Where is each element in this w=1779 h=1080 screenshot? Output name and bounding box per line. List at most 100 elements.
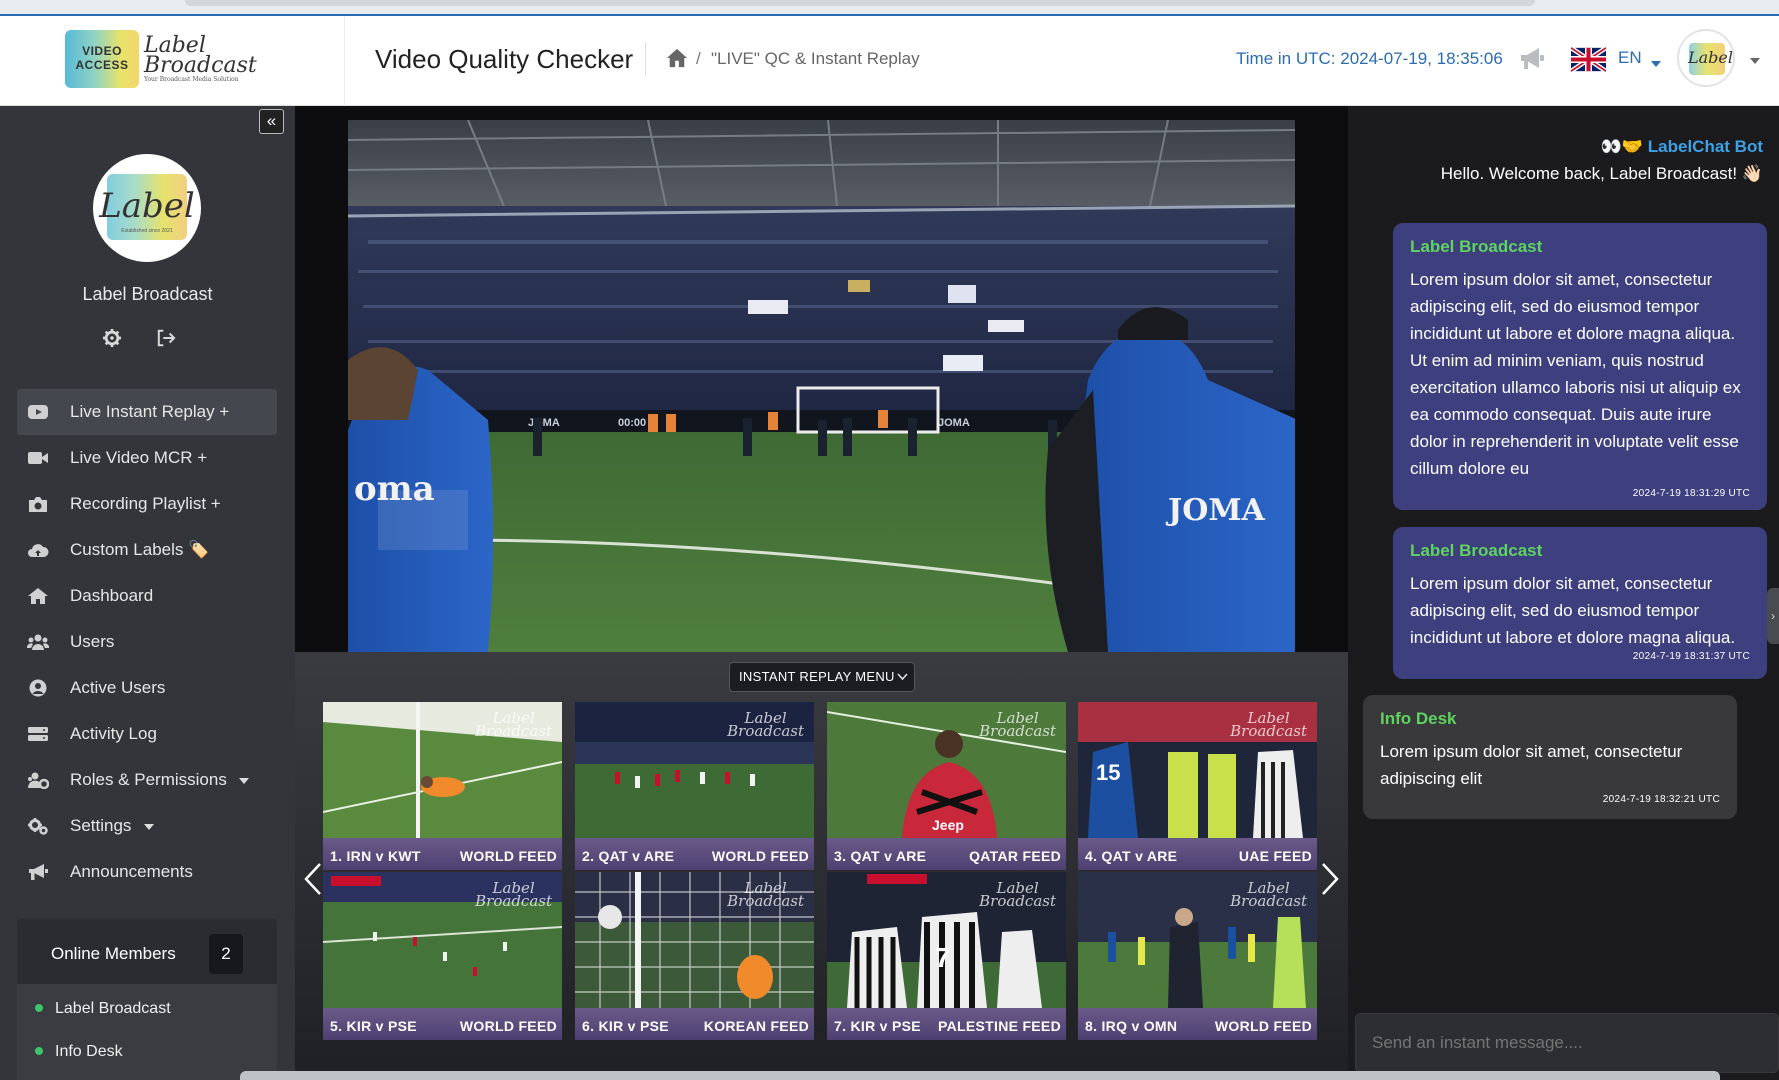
logo-area[interactable]: VIDEO ACCESS Label Broadcast Your Broadc… (0, 16, 345, 106)
replay-panel: JOMAJOMA00:00JOMAJOMA oma JOMA INST (295, 106, 1348, 1080)
replay-thumbnail[interactable]: Label Broadcast 8. IRQ v OMN WORLD FEED (1078, 872, 1317, 1040)
replay-thumbnail[interactable]: Label Broadcast 1. IRN v KWT WORLD FEED (323, 702, 562, 870)
thumbnail-match: 6. KIR v PSE (582, 1018, 669, 1034)
replay-thumbnail[interactable]: Label Broadcast 2. QAT v ARE WORLD FEED (575, 702, 814, 870)
user-menu-caret-icon[interactable] (1744, 52, 1760, 70)
member-name: Label Broadcast (55, 1000, 171, 1017)
sidebar-item-label: Live Video MCR + (70, 448, 208, 467)
sidebar-item-active-users[interactable]: Active Users (17, 665, 277, 711)
video-camera-icon (28, 452, 48, 464)
video-access-logo: VIDEO ACCESS (65, 30, 139, 88)
thumbnail-watermark: Label Broadcast (1230, 709, 1307, 740)
thumbnail-image: Label Broadcast (323, 872, 562, 1008)
online-member[interactable]: Info Desk (35, 1043, 123, 1061)
svg-text:15: 15 (1096, 760, 1120, 785)
chat-message-time: 2024-7-19 18:31:37 UTC (1632, 651, 1750, 662)
sidebar-item-roles-permissions[interactable]: Roles & Permissions (17, 757, 277, 803)
instant-replay-menu-label: INSTANT REPLAY MENU (739, 669, 895, 684)
instant-replay-menu-dropdown[interactable]: INSTANT REPLAY MENU (729, 662, 915, 692)
member-name: Info Desk (55, 1043, 123, 1060)
carousel-prev-arrow-icon[interactable] (303, 862, 323, 896)
user-avatar[interactable]: Label (1677, 29, 1735, 87)
stadium-video-image: JOMAJOMA00:00JOMAJOMA oma JOMA (348, 120, 1295, 652)
chat-message-author: Label Broadcast (1410, 237, 1543, 256)
chevron-down-icon (144, 824, 154, 830)
replay-thumbnail[interactable]: Jeep Label Broadcast 3. QAT v ARE QATAR FE… (827, 702, 1066, 870)
sidebar-item-live-video-mcr[interactable]: Live Video MCR + (17, 435, 277, 481)
replay-thumbnail[interactable]: 7 Label Broadcast 7. KIR v PSE PALESTINE F… (827, 872, 1066, 1040)
sidebar-item-label: Roles & Permissions (70, 770, 227, 789)
sidebar-collapse-button[interactable]: « (259, 109, 284, 134)
sidebar-item-settings[interactable]: Settings (17, 803, 277, 849)
sidebar-item-recording-playlist[interactable]: Recording Playlist + (17, 481, 277, 527)
thumbnail-image: Label Broadcast (575, 872, 814, 1008)
svg-text:00:00: 00:00 (618, 417, 646, 429)
sidebar-item-dashboard[interactable]: Dashboard (17, 573, 277, 619)
chat-bot-greeting: Hello. Welcome back, Label Broadcast! 👋🏻 (1440, 164, 1763, 183)
chat-message-text: Lorem ipsum dolor sit amet, consectetur … (1380, 742, 1683, 788)
sidebar-item-activity-log[interactable]: Activity Log (17, 711, 277, 757)
chat-message-time: 2024-7-19 18:31:29 UTC (1632, 488, 1750, 499)
chat-message-input[interactable] (1355, 1013, 1779, 1073)
sidebar-item-label: Activity Log (70, 724, 157, 743)
thumbnail-image: 7 Label Broadcast (827, 872, 1066, 1008)
sidebar-item-users[interactable]: Users (17, 619, 277, 665)
online-dot-icon (35, 1003, 43, 1012)
thumbnail-match: 2. QAT v ARE (582, 848, 675, 864)
profile-avatar-subtext: Established since 2021 (121, 228, 173, 234)
logout-icon[interactable] (156, 329, 176, 347)
chevron-down-icon (239, 778, 249, 784)
sidebar-item-custom-labels[interactable]: Custom Labels 🏷️ (17, 527, 277, 573)
home-icon[interactable] (666, 48, 688, 68)
thumbnail-match: 5. KIR v PSE (330, 1018, 417, 1034)
gear-icon[interactable] (103, 329, 121, 347)
thumbnail-caption: 2. QAT v ARE WORLD FEED (575, 838, 814, 870)
bottom-scrollbar[interactable] (240, 1071, 1720, 1080)
replay-thumbnail[interactable]: Label Broadcast 5. KIR v PSE WORLD FEED (323, 872, 562, 1040)
language-selector[interactable]: EN (1618, 48, 1642, 68)
thumbnail-match: 7. KIR v PSE (834, 1018, 921, 1034)
thumbnail-match: 3. QAT v ARE (834, 848, 927, 864)
sidebar-item-live-instant-replay[interactable]: Live Instant Replay + (17, 389, 277, 435)
profile-name: Label Broadcast (82, 284, 213, 304)
users-icon (27, 634, 49, 650)
video-player[interactable]: JOMAJOMA00:00JOMAJOMA oma JOMA (295, 106, 1348, 652)
label-logo-line2: Broadcast (144, 53, 257, 78)
thumbnail-image: Label Broadcast (1078, 872, 1317, 1008)
thumbnail-watermark: Label Broadcast (979, 879, 1056, 910)
browser-top-strip (0, 0, 1779, 16)
thumbnail-match: 1. IRN v KWT (330, 848, 421, 864)
thumbnail-feed: PALESTINE FEED (938, 1018, 1061, 1034)
label-broadcast-logo: Label Broadcast Your Broadcast Media Sol… (144, 35, 257, 84)
live-video-frame[interactable]: JOMAJOMA00:00JOMAJOMA oma JOMA (348, 120, 1295, 652)
thumbnail-watermark: Label Broadcast (1230, 879, 1307, 910)
gears-icon (28, 818, 48, 835)
carousel-next-arrow-icon[interactable] (1320, 862, 1340, 896)
thumbnail-caption: 3. QAT v ARE QATAR FEED (827, 838, 1066, 870)
thumbnail-feed: WORLD FEED (711, 848, 809, 864)
svg-text:JOMA: JOMA (528, 417, 560, 429)
replay-thumbnail[interactable]: Label Broadcast 6. KIR v PSE KOREAN FEED (575, 872, 814, 1040)
online-member[interactable]: Label Broadcast (35, 1000, 171, 1018)
chat-expand-tab[interactable]: › (1767, 588, 1779, 644)
video-access-logo-line2: ACCESS (75, 58, 129, 72)
sidebar-item-announcements[interactable]: Announcements (17, 849, 277, 895)
utc-label: Time in UTC: (1236, 49, 1336, 68)
thumbnail-caption: 7. KIR v PSE PALESTINE FEED (827, 1008, 1066, 1040)
announcement-icon[interactable] (1518, 46, 1546, 72)
uk-flag-icon[interactable] (1571, 47, 1606, 72)
chat-message-author: Label Broadcast (1410, 541, 1543, 560)
utc-clock: Time in UTC: 2024-07-19, 18:35:06 (1236, 49, 1503, 69)
svg-text:oma: oma (354, 469, 435, 509)
video-access-logo-line1: VIDEO (82, 44, 122, 58)
sidebar-item-label: Active Users (70, 678, 166, 697)
chat-message-text: Lorem ipsum dolor sit amet, consectetur … (1410, 574, 1736, 647)
chevron-down-icon (897, 673, 908, 681)
user-circle-icon (29, 679, 47, 697)
thumbnail-image: 15 Label Broadcast (1078, 702, 1317, 838)
thumbnail-caption: 4. QAT v ARE UAE FEED (1078, 838, 1317, 870)
chat-message: Label Broadcast Lorem ipsum dolor sit am… (1393, 223, 1767, 510)
replay-thumbnail[interactable]: 15 Label Broadcast 4. QAT v ARE UAE FEED (1078, 702, 1317, 870)
language-caret-icon[interactable] (1645, 55, 1661, 73)
top-scrollbar[interactable] (185, 0, 1535, 6)
